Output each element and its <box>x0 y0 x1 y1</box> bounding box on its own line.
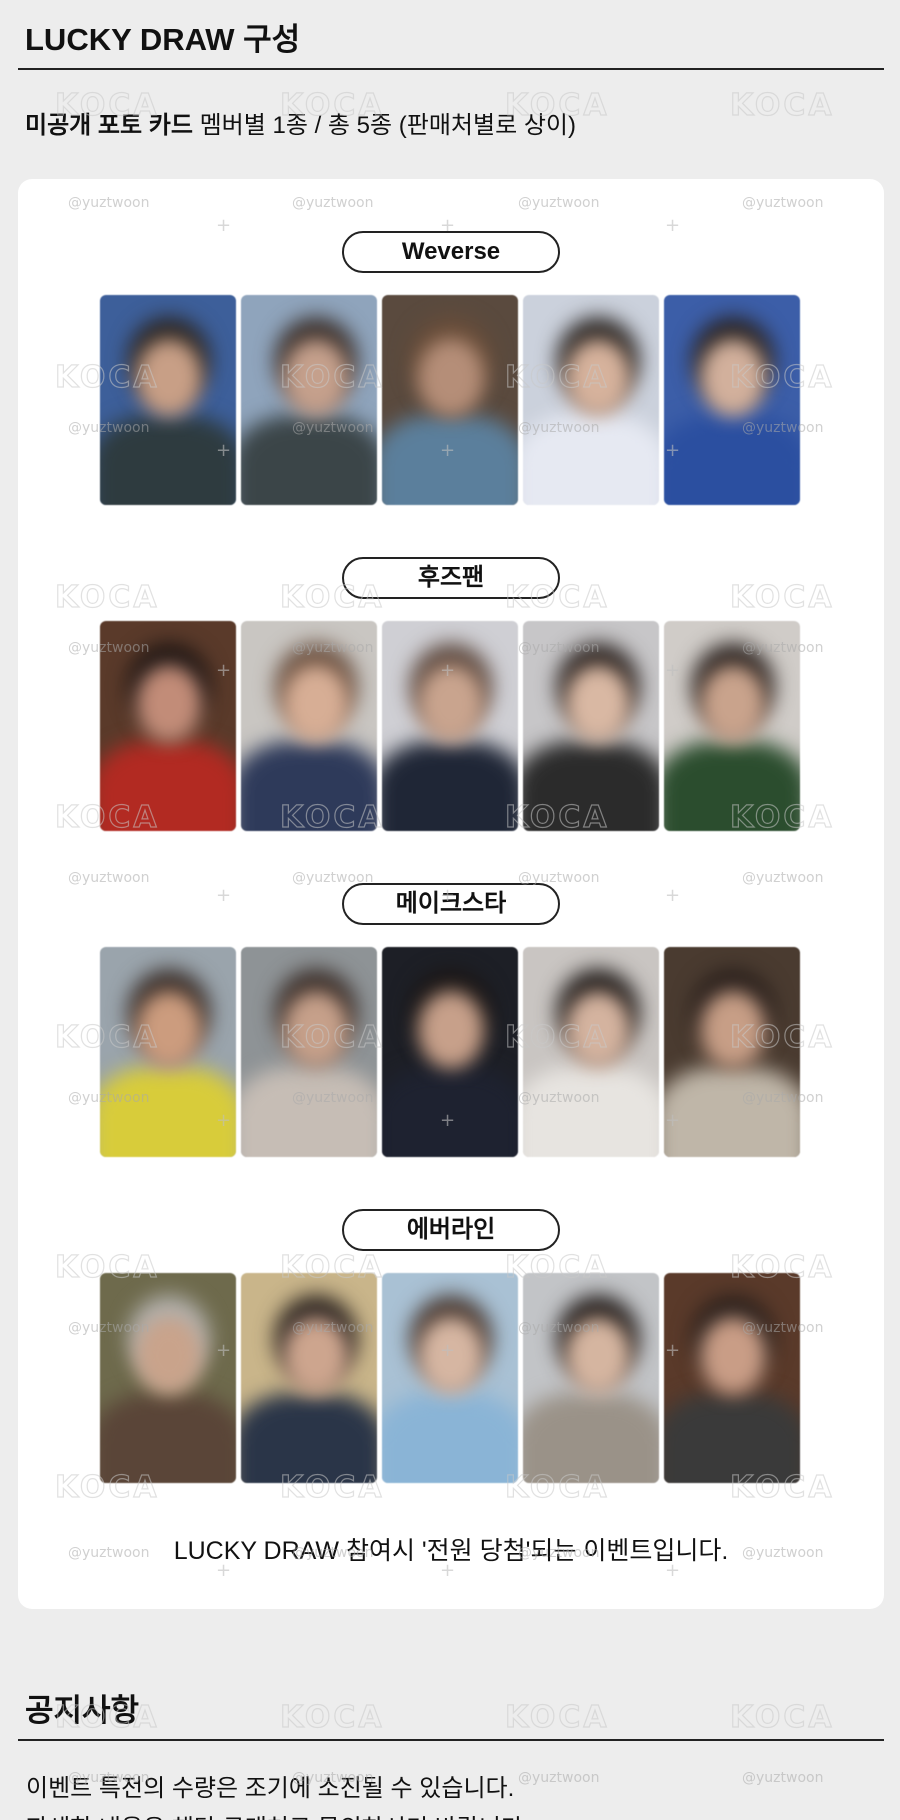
handle-watermark: @yuztwoon <box>518 195 600 211</box>
plus-watermark: + <box>216 1110 232 1131</box>
koca-watermark: KOCA <box>54 1249 160 1285</box>
handle-watermark: @yuztwoon <box>68 1545 150 1561</box>
handle-watermark: @yuztwoon <box>292 195 374 211</box>
koca-watermark: KOCA <box>279 359 385 395</box>
handle-watermark: @yuztwoon <box>742 420 824 436</box>
plus-watermark: + <box>440 1560 456 1581</box>
plus-watermark: + <box>216 1340 232 1361</box>
watermark-layer: KOCA KOCA KOCA KOCA KOCA KOCA KOCA KOCA KOCA KOCA… <box>0 0 900 1820</box>
handle-watermark: @yuztwoon <box>742 195 824 211</box>
koca-watermark: KOCA <box>279 1249 385 1285</box>
handle-watermark: @yuztwoon <box>292 1320 374 1336</box>
handle-watermark: @yuztwoon <box>292 870 374 886</box>
handle-watermark: @yuztwoon <box>518 1545 600 1561</box>
handle-watermark: @yuztwoon <box>68 420 150 436</box>
koca-watermark: KOCA <box>729 359 835 395</box>
handle-watermark: @yuztwoon <box>68 195 150 211</box>
koca-watermark: KOCA <box>729 1249 835 1285</box>
plus-watermark: + <box>440 885 456 906</box>
plus-watermark: + <box>216 885 232 906</box>
page: KOCA KOCA KOCA KOCA KOCA KOCA KOCA KOCA KOCA KOCA… <box>0 0 900 1820</box>
plus-watermark: + <box>440 660 456 681</box>
handle-watermark: @yuztwoon <box>292 1545 374 1561</box>
koca-watermark: KOCA <box>504 1249 610 1285</box>
koca-watermark: KOCA <box>729 799 835 835</box>
plus-watermark: + <box>665 885 681 906</box>
handle-watermark: @yuztwoon <box>518 1770 600 1786</box>
plus-watermark: + <box>665 215 681 236</box>
handle-watermark: @yuztwoon <box>292 640 374 656</box>
plus-watermark: + <box>440 1110 456 1131</box>
handle-watermark: @yuztwoon <box>518 420 600 436</box>
koca-watermark: KOCA <box>54 799 160 835</box>
handle-watermark: @yuztwoon <box>68 1770 150 1786</box>
koca-watermark: KOCA <box>729 87 835 123</box>
koca-watermark: KOCA <box>279 1469 385 1505</box>
koca-watermark: KOCA <box>729 1699 835 1735</box>
plus-watermark: + <box>665 660 681 681</box>
koca-watermark: KOCA <box>54 1469 160 1505</box>
handle-watermark: @yuztwoon <box>742 1090 824 1106</box>
koca-watermark: KOCA <box>54 579 160 615</box>
koca-watermark: KOCA <box>504 87 610 123</box>
handle-watermark: @yuztwoon <box>292 1770 374 1786</box>
plus-watermark: + <box>665 1340 681 1361</box>
koca-watermark: KOCA <box>504 579 610 615</box>
koca-watermark: KOCA <box>279 1019 385 1055</box>
handle-watermark: @yuztwoon <box>68 1090 150 1106</box>
plus-watermark: + <box>216 660 232 681</box>
plus-watermark: + <box>440 215 456 236</box>
koca-watermark: KOCA <box>279 799 385 835</box>
plus-watermark: + <box>216 1560 232 1581</box>
koca-watermark: KOCA <box>54 1699 160 1735</box>
plus-watermark: + <box>665 1560 681 1581</box>
handle-watermark: @yuztwoon <box>742 1545 824 1561</box>
handle-watermark: @yuztwoon <box>518 870 600 886</box>
handle-watermark: @yuztwoon <box>742 1770 824 1786</box>
handle-watermark: @yuztwoon <box>742 1320 824 1336</box>
handle-watermark: @yuztwoon <box>68 870 150 886</box>
koca-watermark: KOCA <box>504 799 610 835</box>
koca-watermark: KOCA <box>279 87 385 123</box>
plus-watermark: + <box>216 440 232 461</box>
plus-watermark: + <box>216 215 232 236</box>
koca-watermark: KOCA <box>54 1019 160 1055</box>
koca-watermark: KOCA <box>504 1469 610 1505</box>
koca-watermark: KOCA <box>54 87 160 123</box>
koca-watermark: KOCA <box>504 1019 610 1055</box>
koca-watermark: KOCA <box>729 579 835 615</box>
koca-watermark: KOCA <box>279 579 385 615</box>
plus-watermark: + <box>665 1110 681 1131</box>
koca-watermark: KOCA <box>504 359 610 395</box>
handle-watermark: @yuztwoon <box>292 1090 374 1106</box>
plus-watermark: + <box>440 1340 456 1361</box>
handle-watermark: @yuztwoon <box>518 1320 600 1336</box>
handle-watermark: @yuztwoon <box>518 640 600 656</box>
handle-watermark: @yuztwoon <box>68 640 150 656</box>
koca-watermark: KOCA <box>54 359 160 395</box>
handle-watermark: @yuztwoon <box>518 1090 600 1106</box>
koca-watermark: KOCA <box>279 1699 385 1735</box>
handle-watermark: @yuztwoon <box>68 1320 150 1336</box>
koca-watermark: KOCA <box>729 1019 835 1055</box>
plus-watermark: + <box>440 440 456 461</box>
koca-watermark: KOCA <box>729 1469 835 1505</box>
plus-watermark: + <box>665 440 681 461</box>
handle-watermark: @yuztwoon <box>292 420 374 436</box>
handle-watermark: @yuztwoon <box>742 640 824 656</box>
handle-watermark: @yuztwoon <box>742 870 824 886</box>
koca-watermark: KOCA <box>504 1699 610 1735</box>
